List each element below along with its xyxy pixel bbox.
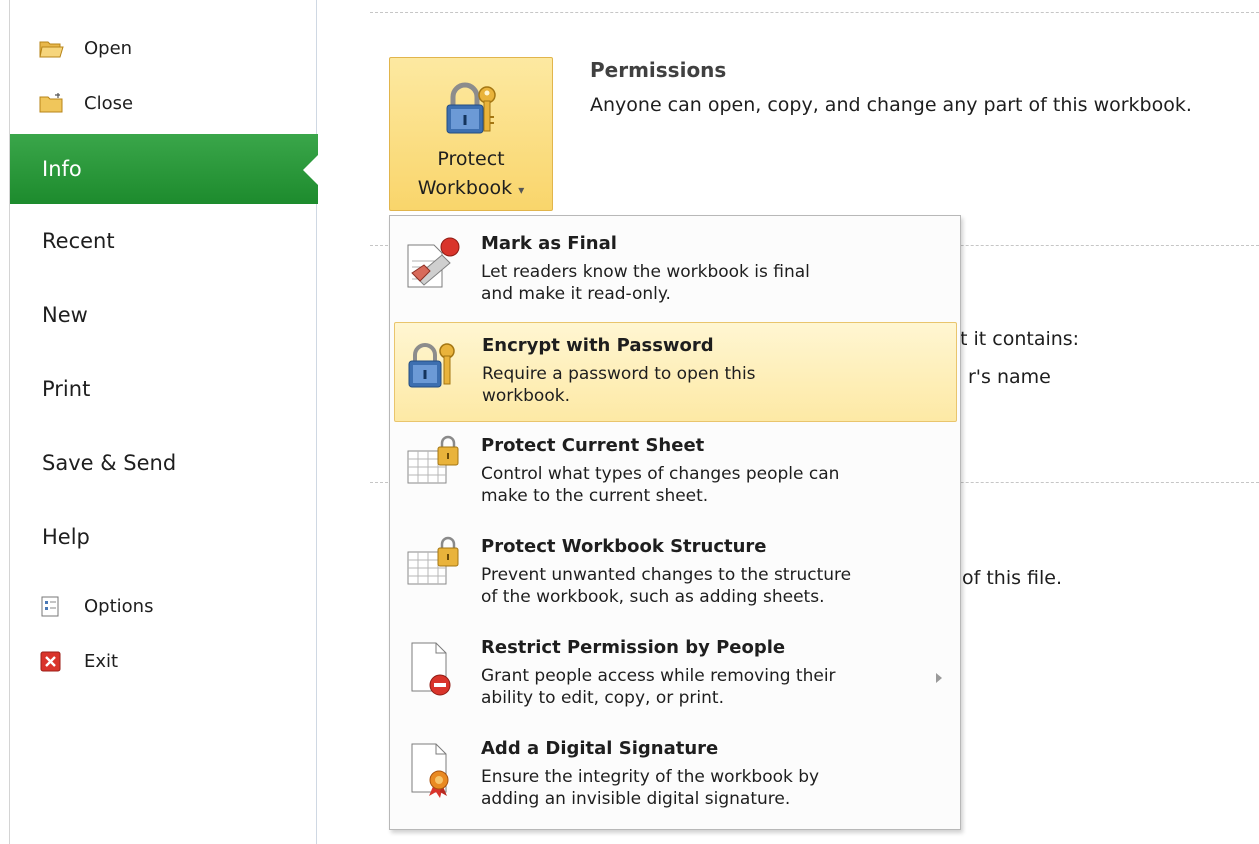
mark-as-final-icon [402, 233, 460, 293]
open-folder-icon [38, 36, 64, 60]
item-description: Prevent unwanted changes to the structur… [481, 564, 921, 608]
exit-icon [38, 649, 64, 673]
item-description: Require a password to open this workbook… [482, 363, 922, 407]
item-description: Let readers know the workbook is final a… [481, 261, 921, 305]
backstage-sidebar: Open Close Info Recent New Print Save & … [9, 0, 319, 844]
chevron-down-icon: ▾ [518, 183, 525, 197]
item-description: Grant people access while removing their… [481, 665, 921, 709]
item-title: Protect Workbook Structure [481, 536, 767, 557]
recent-tab[interactable]: Recent [42, 229, 115, 253]
close-command[interactable]: Close [38, 88, 133, 118]
description-line: workbook. [482, 386, 570, 406]
info-tab-notch [303, 154, 319, 186]
mark-as-final-item[interactable]: Mark as Final Let readers know the workb… [394, 221, 957, 321]
protect-workbook-structure-item[interactable]: Protect Workbook Structure Prevent unwan… [394, 524, 957, 624]
open-label: Open [84, 37, 133, 59]
description-line: Let readers know the workbook is final [481, 262, 810, 282]
options-icon [38, 594, 64, 618]
protect-workbook-button[interactable]: Protect Workbook ▾ [389, 57, 553, 211]
item-description: Control what types of changes people can… [481, 463, 921, 507]
contains-fragment: t it contains: [960, 328, 1080, 350]
exit-label: Exit [84, 650, 119, 672]
submenu-arrow-icon [936, 673, 942, 683]
sheet-lock-icon [402, 435, 460, 495]
item-title: Protect Current Sheet [481, 435, 705, 456]
item-title: Restrict Permission by People [481, 637, 786, 658]
permissions-title: Permissions [590, 58, 727, 82]
options-command[interactable]: Options [38, 591, 153, 621]
file-fragment: of this file. [962, 567, 1063, 589]
add-digital-signature-item[interactable]: Add a Digital Signature Ensure the integ… [394, 726, 957, 826]
exit-command[interactable]: Exit [38, 646, 118, 676]
permissions-description: Anyone can open, copy, and change any pa… [590, 94, 1192, 116]
restrict-permission-icon [402, 637, 460, 697]
encrypt-with-password-item[interactable]: Encrypt with Password Require a password… [394, 322, 957, 422]
print-tab[interactable]: Print [42, 377, 90, 401]
info-tab[interactable]: Info [10, 134, 319, 204]
item-description: Ensure the integrity of the workbook by … [481, 766, 921, 810]
workbook-lock-icon [402, 536, 460, 596]
lock-key-icon [403, 335, 461, 395]
protect-current-sheet-item[interactable]: Protect Current Sheet Control what types… [394, 423, 957, 523]
description-line: Ensure the integrity of the workbook by [481, 767, 820, 787]
workbook-label: Workbook ▾ [390, 177, 552, 199]
item-title: Add a Digital Signature [481, 738, 719, 759]
name-fragment: r's name [968, 366, 1051, 388]
protect-label: Protect [437, 148, 505, 170]
description-line: make to the current sheet. [481, 486, 709, 506]
description-line: Control what types of changes people can [481, 464, 840, 484]
description-line: of the workbook, such as adding sheets. [481, 587, 825, 607]
workbook-text: Workbook [417, 177, 513, 199]
restrict-permission-item[interactable]: Restrict Permission by People Grant peop… [394, 625, 957, 725]
open-command[interactable]: Open [38, 33, 132, 63]
new-tab[interactable]: New [42, 303, 88, 327]
description-line: Prevent unwanted changes to the structur… [481, 565, 852, 585]
section-divider [370, 12, 1259, 13]
lock-key-icon [443, 79, 499, 139]
description-line: Grant people access while removing their [481, 666, 836, 686]
item-title: Encrypt with Password [482, 335, 714, 356]
description-line: adding an invisible digital signature. [481, 789, 791, 809]
protect-workbook-menu: Mark as Final Let readers know the workb… [389, 215, 961, 830]
description-line: ability to edit, copy, or print. [481, 688, 724, 708]
close-folder-icon [38, 91, 64, 115]
info-label: Info [42, 157, 82, 181]
help-tab[interactable]: Help [42, 525, 90, 549]
digital-signature-icon [402, 738, 460, 798]
description-line: Require a password to open this [482, 364, 756, 384]
item-title: Mark as Final [481, 233, 617, 254]
options-label: Options [84, 595, 154, 617]
description-line: and make it read-only. [481, 284, 671, 304]
save-send-tab[interactable]: Save & Send [42, 451, 176, 475]
close-label: Close [84, 92, 134, 114]
